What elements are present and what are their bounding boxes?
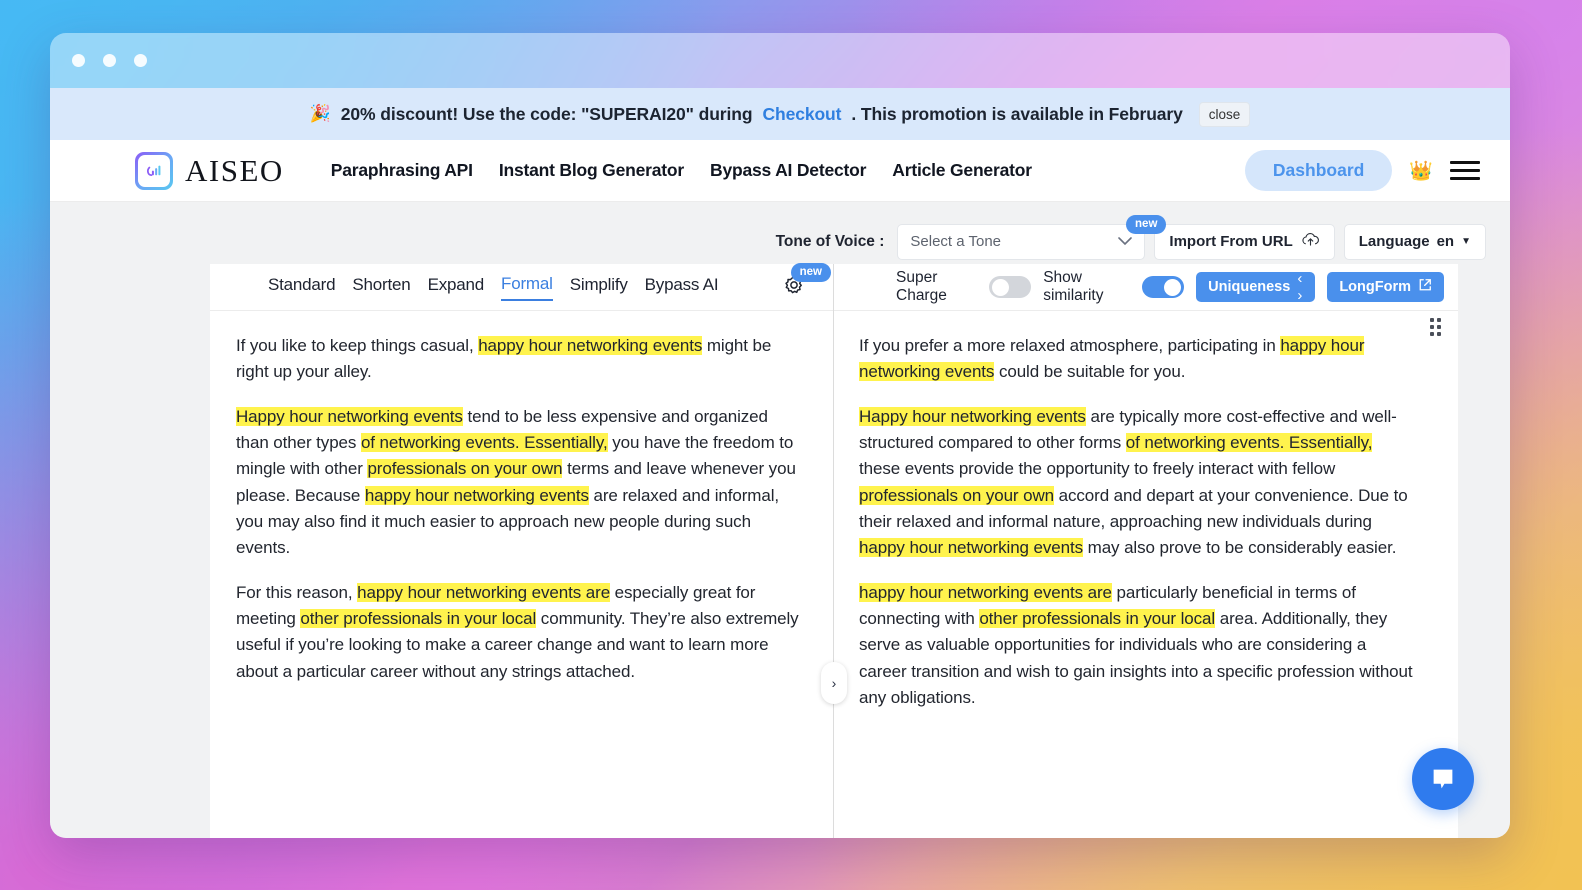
highlighted-phrase: professionals on your own: [367, 459, 562, 478]
longform-label: LongForm: [1339, 279, 1411, 295]
external-link-icon: [1418, 278, 1432, 296]
highlighted-phrase: happy hour networking events: [478, 336, 702, 355]
language-code: en: [1437, 233, 1455, 250]
text-run: may also prove to be considerably easier…: [1083, 538, 1396, 557]
chat-bubble-icon: [1428, 764, 1458, 794]
navbar-right: Dashboard 👑: [1245, 150, 1480, 191]
upload-cloud-icon: [1301, 232, 1320, 251]
text-run: these events provide the opportunity to …: [859, 459, 1335, 478]
nav-link-article-generator[interactable]: Article Generator: [892, 160, 1032, 181]
tab-shorten[interactable]: Shorten: [352, 275, 410, 300]
promo-banner: 🎉 20% discount! Use the code: "SUPERAI20…: [50, 88, 1510, 140]
language-selector[interactable]: Language en ▼: [1344, 224, 1486, 260]
mode-tabs: Standard Shorten Expand Formal Simplify …: [210, 264, 833, 311]
highlighted-phrase: happy hour networking events are: [357, 583, 610, 602]
hamburger-menu-icon[interactable]: [1450, 158, 1480, 183]
dashboard-button[interactable]: Dashboard: [1245, 150, 1392, 191]
settings-gear-button[interactable]: new: [783, 274, 817, 301]
app-body: Tone of Voice : Select a Tone new Import…: [50, 202, 1510, 838]
panel-collapse-button[interactable]: ›: [821, 662, 847, 704]
paragraph: Happy hour networking events tend to be …: [236, 404, 803, 562]
source-text[interactable]: If you like to keep things casual, happy…: [210, 311, 833, 713]
super-charge-label: Super Charge: [896, 269, 977, 305]
output-panel: Super Charge Show similarity Uniqueness …: [834, 264, 1458, 838]
paragraph: Happy hour networking events are typical…: [859, 404, 1418, 562]
nav-link-instant-blog-generator[interactable]: Instant Blog Generator: [499, 160, 684, 181]
brand-name: AISEO: [185, 153, 284, 189]
tone-select-value: Select a Tone: [910, 233, 1001, 250]
tab-standard[interactable]: Standard: [268, 275, 335, 300]
paragraph: If you like to keep things casual, happy…: [236, 333, 803, 386]
nav-link-bypass-ai-detector[interactable]: Bypass AI Detector: [710, 160, 866, 181]
promo-text-before: 20% discount! Use the code: "SUPERAI20" …: [341, 104, 753, 125]
uniqueness-arrows: ‹ ›: [1297, 270, 1303, 304]
highlighted-phrase: professionals on your own: [859, 486, 1054, 505]
crown-icon[interactable]: 👑: [1409, 159, 1433, 183]
settings-new-badge: new: [791, 263, 831, 283]
window-titlebar: [50, 33, 1510, 88]
highlighted-phrase: other professionals in your local: [300, 609, 536, 628]
source-panel: Standard Shorten Expand Formal Simplify …: [210, 264, 834, 838]
uniqueness-button[interactable]: Uniqueness ‹ ›: [1196, 272, 1315, 302]
tab-bypass-ai[interactable]: Bypass AI: [645, 275, 719, 300]
import-from-url-label: Import From URL: [1169, 233, 1292, 250]
promo-text-after: . This promotion is available in Februar…: [851, 104, 1182, 125]
nav-link-paraphrasing-api[interactable]: Paraphrasing API: [331, 160, 473, 181]
tab-formal[interactable]: Formal: [501, 274, 553, 301]
chevron-down-icon: [1118, 234, 1132, 249]
output-toolbar: Super Charge Show similarity Uniqueness …: [834, 264, 1458, 311]
tone-of-voice-label: Tone of Voice :: [776, 233, 885, 251]
longform-button[interactable]: LongForm: [1327, 272, 1444, 302]
text-run: If you prefer a more relaxed atmosphere,…: [859, 336, 1280, 355]
import-from-url-button[interactable]: Import From URL: [1154, 224, 1334, 260]
highlighted-phrase: of networking events. Essentially,: [1126, 433, 1373, 452]
text-run: could be suitable for you.: [994, 362, 1185, 381]
window-minimize-dot[interactable]: [103, 54, 116, 67]
window-maximize-dot[interactable]: [134, 54, 147, 67]
checkout-link[interactable]: Checkout: [762, 104, 841, 125]
close-promo-button[interactable]: close: [1199, 102, 1251, 127]
output-text[interactable]: If you prefer a more relaxed atmosphere,…: [834, 311, 1458, 739]
language-label: Language: [1359, 233, 1430, 250]
highlighted-phrase: happy hour networking events are: [859, 583, 1112, 602]
highlighted-phrase: other professionals in your local: [979, 609, 1215, 628]
highlighted-phrase: happy hour networking events: [365, 486, 589, 505]
brand-logo[interactable]: AISEO: [135, 152, 284, 190]
paragraph: For this reason, happy hour networking e…: [236, 580, 803, 685]
paragraph: If you prefer a more relaxed atmosphere,…: [859, 333, 1418, 386]
highlighted-phrase: of networking events. Essentially,: [361, 433, 608, 452]
tone-new-badge: new: [1126, 215, 1166, 235]
primary-nav: Paraphrasing API Instant Blog Generator …: [331, 160, 1032, 181]
editor-panels: Standard Shorten Expand Formal Simplify …: [210, 264, 1458, 838]
highlighted-phrase: happy hour networking events: [859, 538, 1083, 557]
highlighted-phrase: Happy hour networking events: [236, 407, 463, 426]
party-popper-icon: 🎉: [310, 104, 331, 124]
tone-select[interactable]: Select a Tone new: [897, 224, 1145, 260]
super-charge-toggle[interactable]: [989, 276, 1031, 298]
chat-widget-button[interactable]: [1412, 748, 1474, 810]
tab-expand[interactable]: Expand: [428, 275, 484, 300]
window-close-dot[interactable]: [72, 54, 85, 67]
drag-handle-icon[interactable]: [1430, 318, 1441, 336]
tab-simplify[interactable]: Simplify: [570, 275, 628, 300]
caret-down-icon: ▼: [1461, 236, 1471, 247]
paragraph: happy hour networking events are particu…: [859, 580, 1418, 712]
main-navbar: AISEO Paraphrasing API Instant Blog Gene…: [50, 140, 1510, 202]
show-similarity-toggle[interactable]: [1142, 276, 1184, 298]
uniqueness-label: Uniqueness: [1208, 279, 1290, 295]
aiseo-logo-icon: [135, 152, 173, 190]
editor-toolbar: Tone of Voice : Select a Tone new Import…: [50, 202, 1510, 264]
text-run: If you like to keep things casual,: [236, 336, 478, 355]
browser-window: 🎉 20% discount! Use the code: "SUPERAI20…: [50, 33, 1510, 838]
show-similarity-label: Show similarity: [1043, 269, 1130, 305]
highlighted-phrase: Happy hour networking events: [859, 407, 1086, 426]
text-run: For this reason,: [236, 583, 357, 602]
